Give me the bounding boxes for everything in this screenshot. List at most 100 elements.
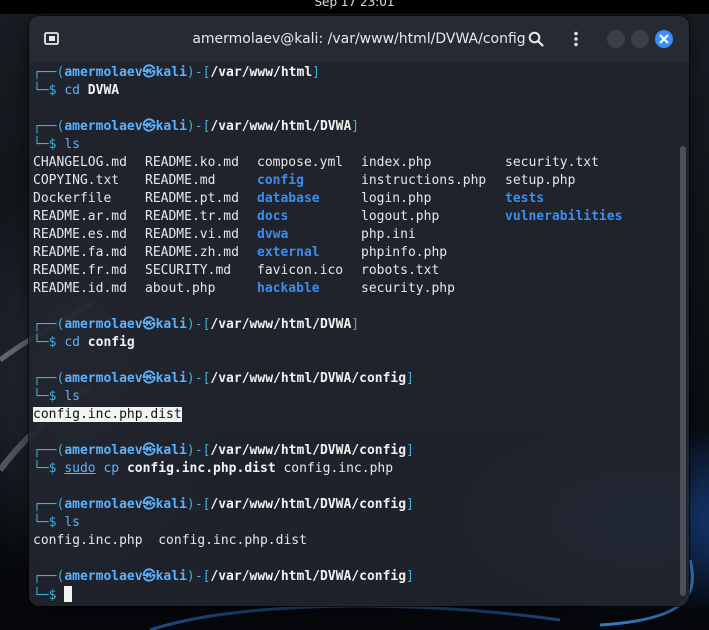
prompt-frame: ┌──(: [33, 119, 65, 134]
command-line: └─$ sudo cp config.inc.php.dist config.i…: [33, 460, 393, 478]
file-entry: index.php: [361, 155, 432, 170]
file-entry: instructions.php: [361, 173, 487, 188]
prompt-path: /var/www/html/DVWA/config: [210, 569, 407, 584]
file-entry: CHANGELOG.md: [33, 155, 127, 170]
file-entry: README.fa.md: [33, 245, 127, 260]
prompt-host: kali: [155, 119, 187, 134]
file-entry: README.fr.md: [33, 263, 127, 278]
file-entry: SECURITY.md: [145, 263, 232, 278]
file-entry: phpinfo.php: [361, 245, 448, 260]
prompt-frame: ┌──(: [33, 371, 65, 386]
file-entry: README.vi.md: [145, 227, 239, 242]
prompt-frame: )-[: [186, 497, 211, 512]
command-token: ls: [64, 137, 80, 152]
prompt-dollar: $: [48, 83, 65, 98]
directory-entry: external: [257, 245, 320, 260]
command-token: config.inc.php.dist: [126, 461, 276, 476]
command-token: sudo: [64, 461, 96, 476]
directory-entry: hackable: [257, 281, 320, 296]
terminal-window[interactable]: amermolaev@kali: /var/www/html/DVWA/conf…: [29, 16, 689, 606]
prompt-frame: ]: [406, 569, 414, 584]
prompt-at-symbol: ㉿: [142, 119, 156, 134]
file-entry: Dockerfile: [33, 191, 112, 206]
prompt-path: /var/www/html/DVWA: [210, 317, 352, 332]
ls-output: config.inc.php config.inc.php.dist: [33, 532, 307, 550]
directory-entry: docs: [257, 209, 289, 224]
prompt-frame: )-[: [186, 371, 211, 386]
directory-entry: dvwa: [257, 227, 289, 242]
command-token: ls: [64, 389, 80, 404]
file-entry: README.ar.md: [33, 209, 127, 224]
prompt-line: ┌──(amermolaev㉿kali)-[/var/www/html/DVWA…: [33, 568, 414, 586]
file-entry: robots.txt: [361, 263, 440, 278]
command-token: ls: [64, 515, 80, 530]
command-line: └─$ ls: [33, 514, 80, 532]
prompt-frame: └─: [33, 588, 49, 603]
prompt-frame: ┌──(: [33, 497, 65, 512]
command-token: cd: [64, 335, 80, 350]
prompt-dollar: $: [48, 461, 65, 476]
prompt-dollar: $: [48, 335, 65, 350]
menu-icon[interactable]: [567, 30, 585, 48]
prompt-host: kali: [155, 569, 187, 584]
scrollbar[interactable]: [680, 146, 686, 596]
file-entry: README.tr.md: [145, 209, 239, 224]
file-entry: COPYING.txt: [33, 173, 120, 188]
prompt-line: ┌──(amermolaev㉿kali)-[/var/www/html/DVWA…: [33, 496, 414, 514]
file-entry: README.id.md: [33, 281, 127, 296]
prompt-user: amermolaev: [64, 443, 143, 458]
file-entry: favicon.ico: [257, 263, 344, 278]
prompt-frame: )-[: [186, 119, 211, 134]
file-entries: config.inc.php config.inc.php.dist: [33, 533, 307, 548]
command-token: config.inc.php: [275, 461, 394, 476]
prompt-frame: )-[: [186, 443, 211, 458]
maximize-button[interactable]: [631, 30, 649, 48]
prompt-frame: ┌──(: [33, 569, 65, 584]
prompt-host: kali: [155, 65, 187, 80]
prompt-at-symbol: ㉿: [142, 65, 156, 80]
terminal-output[interactable]: ┌──(amermolaev㉿kali)-[/var/www/html] └─$ …: [33, 64, 673, 604]
command-token: DVWA: [87, 83, 120, 98]
prompt-line: ┌──(amermolaev㉿kali)-[/var/www/html/DVWA…: [33, 442, 414, 460]
file-entry: README.es.md: [33, 227, 127, 242]
file-entry: compose.yml: [257, 155, 344, 170]
clock[interactable]: Sep 17 23:01: [314, 0, 394, 9]
close-button[interactable]: [655, 30, 673, 48]
prompt-dollar: $: [48, 515, 65, 530]
file-entry: README.ko.md: [145, 155, 239, 170]
prompt-frame: └─: [33, 515, 49, 530]
prompt-path: /var/www/html/DVWA: [210, 119, 352, 134]
prompt-line: ┌──(amermolaev㉿kali)-[/var/www/html/DVWA…: [33, 316, 359, 334]
prompt-frame: └─: [33, 137, 49, 152]
command-token: config: [87, 335, 135, 350]
prompt-frame: )-[: [186, 569, 211, 584]
prompt-user: amermolaev: [64, 65, 143, 80]
prompt-host: kali: [155, 497, 187, 512]
prompt-at-symbol: ㉿: [142, 569, 156, 584]
search-icon[interactable]: [527, 30, 545, 48]
prompt-path: /var/www/html/DVWA/config: [210, 371, 407, 386]
prompt-user: amermolaev: [64, 497, 143, 512]
prompt-frame: ]: [312, 65, 320, 80]
prompt-dollar: $: [48, 389, 65, 404]
prompt-frame: ┌──(: [33, 317, 65, 332]
command-token: [80, 83, 88, 98]
prompt-dollar: $: [48, 137, 65, 152]
file-entry: setup.php: [505, 173, 576, 188]
prompt-frame: ┌──(: [33, 65, 65, 80]
file-entry: logout.php: [361, 209, 440, 224]
ls-output: config.inc.php.dist: [33, 406, 182, 424]
prompt-at-symbol: ㉿: [142, 497, 156, 512]
command-token: cd: [64, 83, 80, 98]
title-bar[interactable]: amermolaev@kali: /var/www/html/DVWA/conf…: [29, 16, 689, 62]
minimize-button[interactable]: [607, 30, 625, 48]
file-entry: security.php: [361, 281, 455, 296]
command-line: └─$: [33, 586, 73, 604]
close-icon: [659, 34, 669, 44]
prompt-frame: )-[: [186, 65, 211, 80]
prompt-host: kali: [155, 371, 187, 386]
prompt-dollar: $: [48, 588, 65, 603]
prompt-path: /var/www/html: [210, 65, 313, 80]
command-token: [80, 335, 88, 350]
prompt-user: amermolaev: [64, 371, 143, 386]
